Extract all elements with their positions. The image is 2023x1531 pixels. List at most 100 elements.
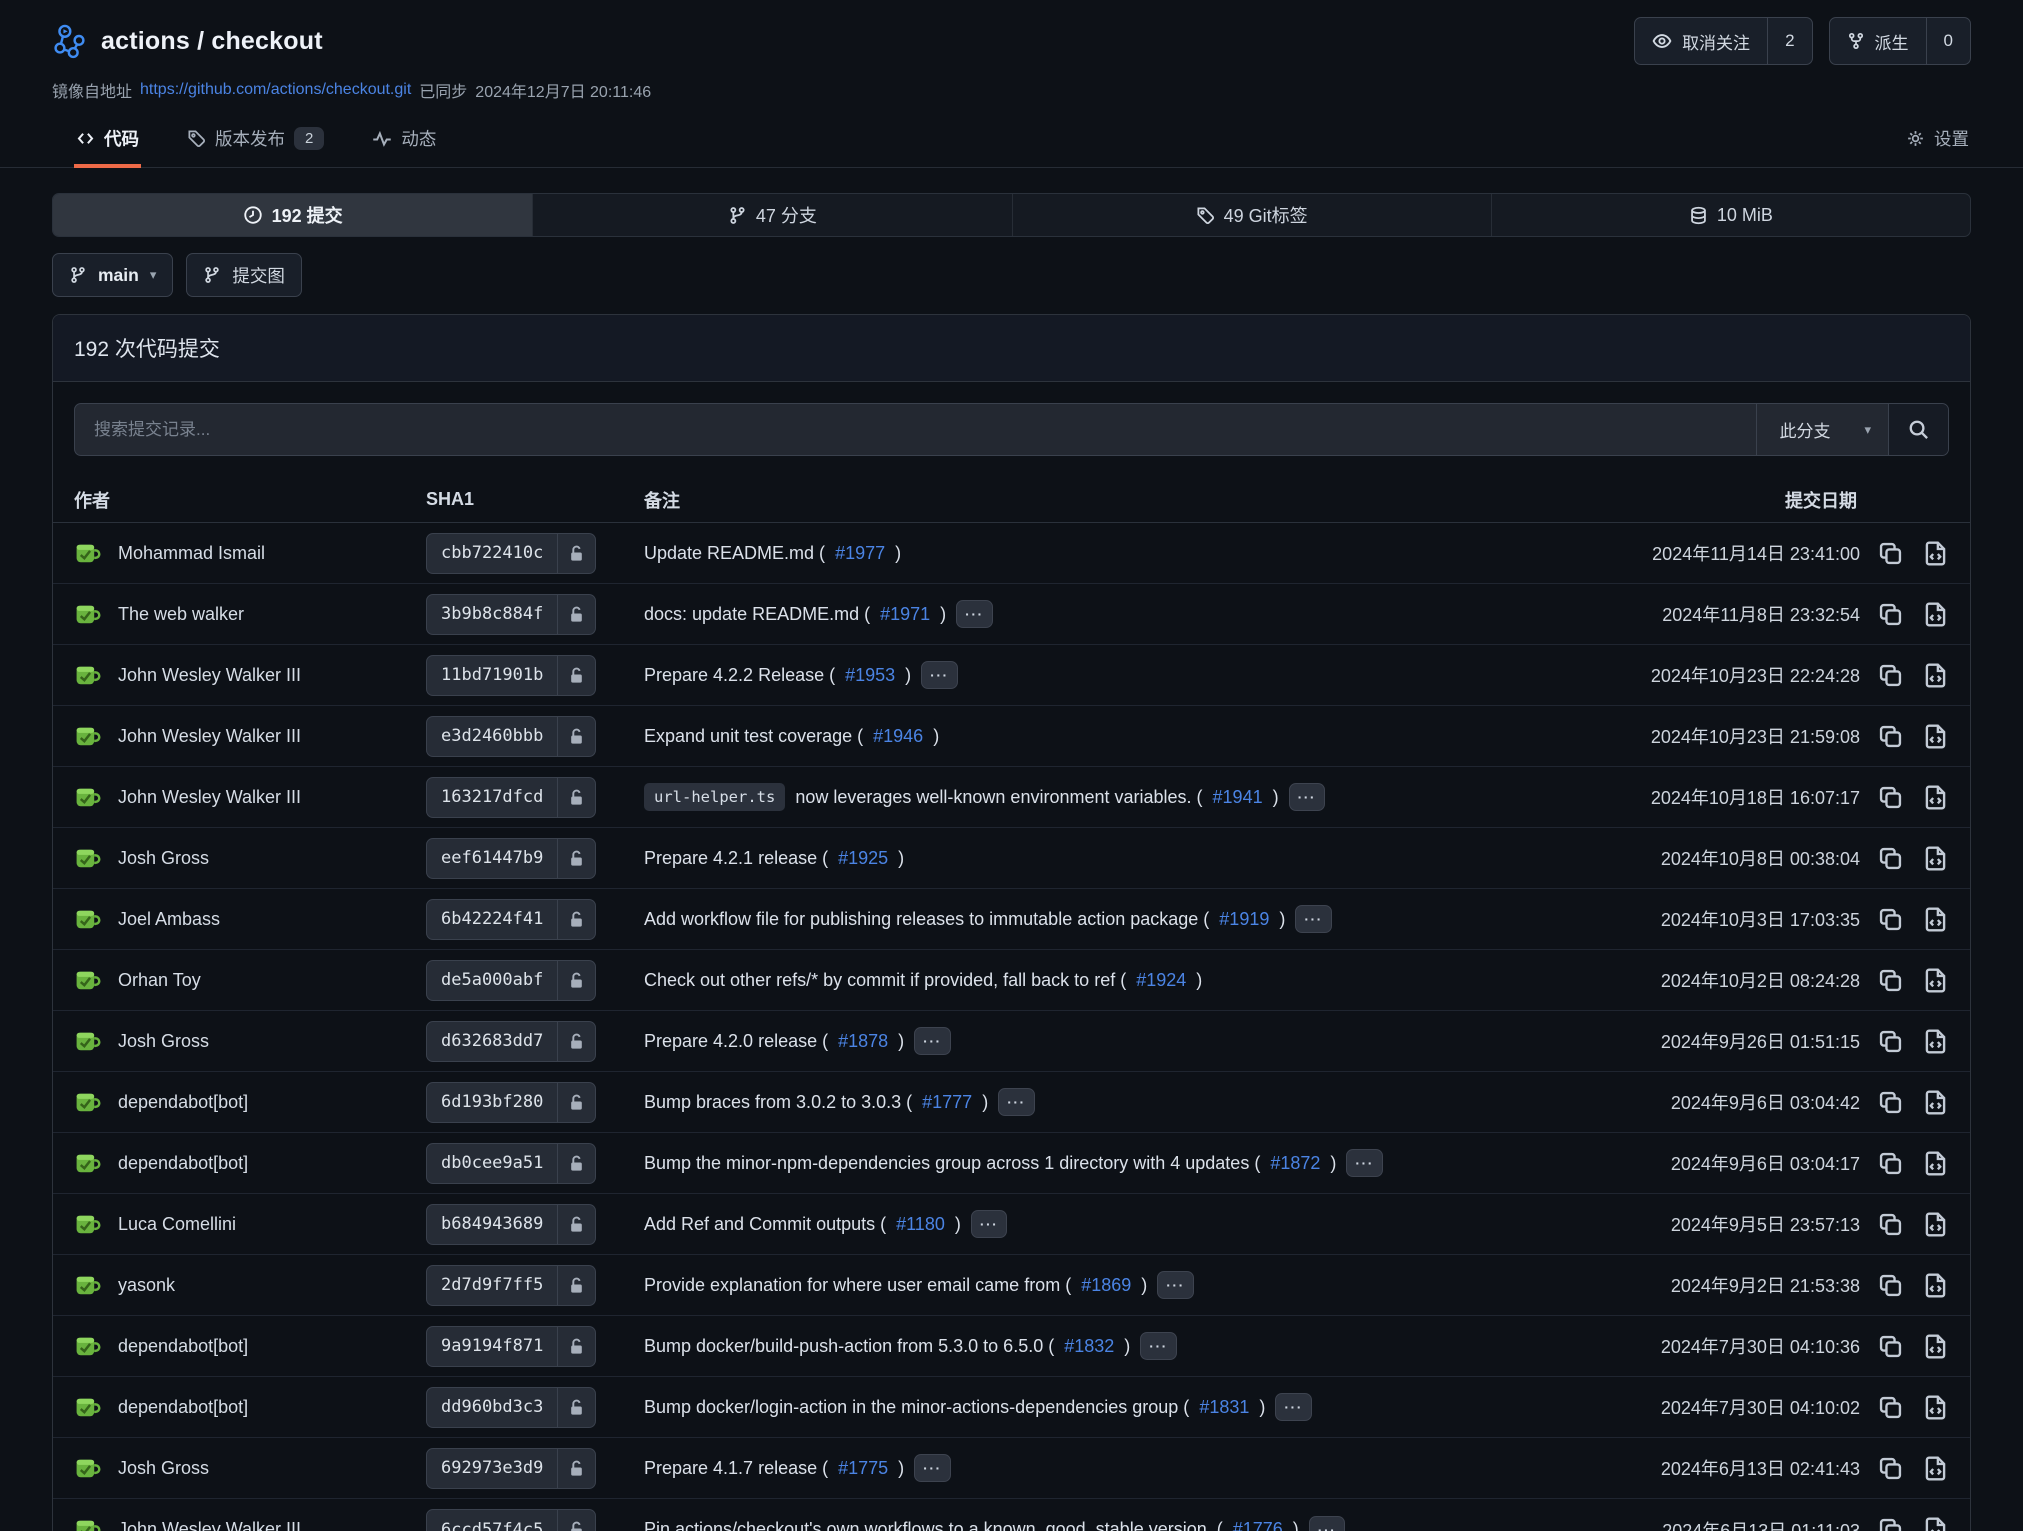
stat-tags[interactable]: 49 Git标签 bbox=[1012, 194, 1491, 236]
commit-author-cell[interactable]: Josh Gross bbox=[74, 1027, 426, 1056]
stat-size[interactable]: 10 MiB bbox=[1491, 194, 1970, 236]
expand-commit-body-button[interactable]: ··· bbox=[914, 1027, 951, 1055]
browse-source-at-commit-button[interactable] bbox=[1922, 1150, 1949, 1177]
browse-source-at-commit-button[interactable] bbox=[1922, 601, 1949, 628]
copy-sha-button[interactable] bbox=[1877, 967, 1904, 994]
expand-commit-body-button[interactable]: ··· bbox=[1140, 1332, 1177, 1360]
sha-badge[interactable]: e3d2460bbb bbox=[426, 716, 596, 757]
tab-activity[interactable]: 动态 bbox=[370, 116, 438, 168]
copy-sha-button[interactable] bbox=[1877, 1516, 1904, 1531]
browse-source-at-commit-button[interactable] bbox=[1922, 1333, 1949, 1360]
stat-branches[interactable]: 47 分支 bbox=[532, 194, 1011, 236]
expand-commit-body-button[interactable]: ··· bbox=[914, 1454, 951, 1482]
issue-link[interactable]: #1775 bbox=[838, 1458, 888, 1479]
avatar[interactable] bbox=[74, 966, 103, 995]
commit-author-cell[interactable]: dependabot[bot] bbox=[74, 1149, 426, 1178]
avatar[interactable] bbox=[74, 1210, 103, 1239]
browse-source-at-commit-button[interactable] bbox=[1922, 1211, 1949, 1238]
tab-settings[interactable]: 设置 bbox=[1904, 116, 1971, 168]
issue-link[interactable]: #1925 bbox=[838, 848, 888, 869]
avatar[interactable] bbox=[74, 722, 103, 751]
commit-author-name[interactable]: John Wesley Walker III bbox=[118, 726, 301, 747]
copy-sha-button[interactable] bbox=[1877, 1211, 1904, 1238]
commit-author-name[interactable]: yasonk bbox=[118, 1275, 175, 1296]
browse-source-at-commit-button[interactable] bbox=[1922, 1272, 1949, 1299]
commit-author-name[interactable]: Luca Comellini bbox=[118, 1214, 236, 1235]
browse-source-at-commit-button[interactable] bbox=[1922, 784, 1949, 811]
commit-author-name[interactable]: Orhan Toy bbox=[118, 970, 201, 991]
browse-source-at-commit-button[interactable] bbox=[1922, 662, 1949, 689]
browse-source-at-commit-button[interactable] bbox=[1922, 1455, 1949, 1482]
issue-link[interactable]: #1924 bbox=[1136, 970, 1186, 991]
avatar[interactable] bbox=[74, 1271, 103, 1300]
copy-sha-button[interactable] bbox=[1877, 540, 1904, 567]
issue-link[interactable]: #1878 bbox=[838, 1031, 888, 1052]
tab-releases[interactable]: 版本发布 2 bbox=[185, 116, 326, 168]
sha-badge[interactable]: 163217dfcd bbox=[426, 777, 596, 818]
commit-author-name[interactable]: Josh Gross bbox=[118, 848, 209, 869]
issue-link[interactable]: #1180 bbox=[896, 1214, 945, 1235]
avatar[interactable] bbox=[74, 1149, 103, 1178]
expand-commit-body-button[interactable]: ··· bbox=[956, 600, 993, 628]
sha-badge[interactable]: eef61447b9 bbox=[426, 838, 596, 879]
issue-link[interactable]: #1941 bbox=[1213, 787, 1263, 808]
sha-badge[interactable]: cbb722410c bbox=[426, 533, 596, 574]
browse-source-at-commit-button[interactable] bbox=[1922, 723, 1949, 750]
copy-sha-button[interactable] bbox=[1877, 1028, 1904, 1055]
commit-author-cell[interactable]: Orhan Toy bbox=[74, 966, 426, 995]
copy-sha-button[interactable] bbox=[1877, 845, 1904, 872]
commit-author-cell[interactable]: John Wesley Walker III bbox=[74, 1515, 426, 1531]
commit-author-name[interactable]: The web walker bbox=[118, 604, 244, 625]
avatar[interactable] bbox=[74, 844, 103, 873]
avatar[interactable] bbox=[74, 1515, 103, 1531]
issue-link[interactable]: #1777 bbox=[922, 1092, 972, 1113]
commit-author-name[interactable]: Josh Gross bbox=[118, 1031, 209, 1052]
expand-commit-body-button[interactable]: ··· bbox=[1346, 1149, 1383, 1177]
commit-author-cell[interactable]: Luca Comellini bbox=[74, 1210, 426, 1239]
copy-sha-button[interactable] bbox=[1877, 1272, 1904, 1299]
issue-link[interactable]: #1831 bbox=[1199, 1397, 1249, 1418]
issue-link[interactable]: #1971 bbox=[880, 604, 930, 625]
search-input[interactable] bbox=[75, 404, 1756, 455]
issue-link[interactable]: #1872 bbox=[1270, 1153, 1320, 1174]
avatar[interactable] bbox=[74, 661, 103, 690]
browse-source-at-commit-button[interactable] bbox=[1922, 1028, 1949, 1055]
watchers-count[interactable]: 2 bbox=[1767, 18, 1811, 64]
branch-selector[interactable]: main ▾ bbox=[52, 253, 173, 297]
copy-sha-button[interactable] bbox=[1877, 662, 1904, 689]
browse-source-at-commit-button[interactable] bbox=[1922, 906, 1949, 933]
commit-author-cell[interactable]: John Wesley Walker III bbox=[74, 783, 426, 812]
commit-author-cell[interactable]: dependabot[bot] bbox=[74, 1332, 426, 1361]
avatar[interactable] bbox=[74, 1088, 103, 1117]
sha-badge[interactable]: 6ccd57f4c5 bbox=[426, 1509, 596, 1531]
copy-sha-button[interactable] bbox=[1877, 601, 1904, 628]
avatar[interactable] bbox=[74, 783, 103, 812]
mirror-url-link[interactable]: https://github.com/actions/checkout.git bbox=[140, 81, 411, 99]
sha-badge[interactable]: de5a000abf bbox=[426, 960, 596, 1001]
issue-link[interactable]: #1953 bbox=[845, 665, 895, 686]
issue-link[interactable]: #1919 bbox=[1219, 909, 1269, 930]
expand-commit-body-button[interactable]: ··· bbox=[1275, 1393, 1312, 1421]
commit-author-name[interactable]: John Wesley Walker III bbox=[118, 787, 301, 808]
copy-sha-button[interactable] bbox=[1877, 1150, 1904, 1177]
browse-source-at-commit-button[interactable] bbox=[1922, 967, 1949, 994]
tab-code[interactable]: 代码 bbox=[74, 116, 141, 168]
avatar[interactable] bbox=[74, 1332, 103, 1361]
commit-author-name[interactable]: John Wesley Walker III bbox=[118, 1519, 301, 1531]
issue-link[interactable]: #1869 bbox=[1081, 1275, 1131, 1296]
unwatch-button[interactable]: 取消关注 2 bbox=[1634, 17, 1812, 65]
search-button[interactable] bbox=[1888, 404, 1948, 455]
sha-badge[interactable]: dd960bd3c3 bbox=[426, 1387, 596, 1428]
commit-author-cell[interactable]: yasonk bbox=[74, 1271, 426, 1300]
commit-author-name[interactable]: dependabot[bot] bbox=[118, 1397, 248, 1418]
expand-commit-body-button[interactable]: ··· bbox=[1309, 1516, 1346, 1531]
commit-author-cell[interactable]: dependabot[bot] bbox=[74, 1088, 426, 1117]
commit-author-cell[interactable]: Josh Gross bbox=[74, 1454, 426, 1483]
branch-scope-dropdown[interactable]: 此分支 ▾ bbox=[1756, 404, 1888, 455]
commit-author-name[interactable]: John Wesley Walker III bbox=[118, 665, 301, 686]
commit-author-cell[interactable]: Joel Ambass bbox=[74, 905, 426, 934]
expand-commit-body-button[interactable]: ··· bbox=[1295, 905, 1332, 933]
copy-sha-button[interactable] bbox=[1877, 723, 1904, 750]
expand-commit-body-button[interactable]: ··· bbox=[998, 1088, 1035, 1116]
sha-badge[interactable]: 2d7d9f7ff5 bbox=[426, 1265, 596, 1306]
